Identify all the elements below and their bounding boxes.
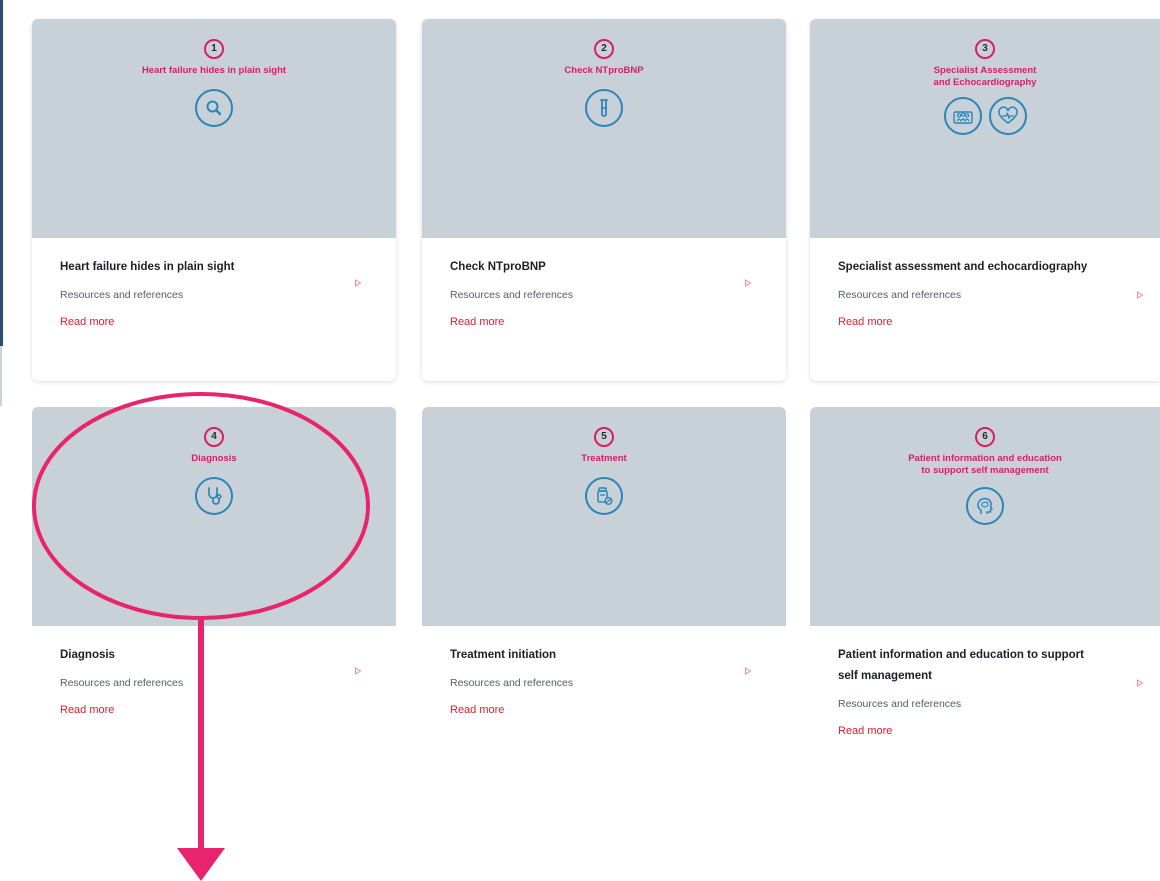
card-title: Specialist assessment and echocardiograp…	[838, 261, 1088, 273]
step-card-specialist-assessment[interactable]: 3 Specialist Assessment and Echocardiogr…	[810, 19, 1160, 381]
card-header: 3 Specialist Assessment and Echocardiogr…	[810, 19, 1160, 238]
card-title: Patient information and education to sup…	[838, 649, 1084, 682]
card-title: Heart failure hides in plain sight	[60, 261, 235, 273]
card-icon-row	[943, 97, 1027, 135]
card-subtitle: Resources and references	[838, 289, 962, 301]
card-header-title: Diagnosis	[191, 453, 236, 465]
card-icon-row	[195, 477, 233, 515]
card-header-title-line: Heart failure hides in plain sight	[141, 65, 287, 76]
card-header-title-line: Patient information and education	[908, 453, 1062, 464]
read-more-link[interactable]: Read more	[838, 724, 892, 738]
card-header-title-line: and Echocardiography	[933, 77, 1037, 88]
read-more-link[interactable]: Read more	[838, 315, 892, 329]
step-number-badge: 2	[594, 39, 614, 59]
read-more-link[interactable]: Read more	[450, 703, 504, 717]
read-more-link[interactable]: Read more	[60, 703, 114, 717]
heart-pulse-icon	[988, 97, 1027, 135]
card-header-title: Specialist Assessment and Echocardiograp…	[934, 65, 1037, 89]
card-header-title: Heart failure hides in plain sight	[142, 65, 286, 77]
card-header-title: Treatment	[581, 453, 626, 465]
card-header-title-line: Diagnosis	[191, 453, 237, 464]
test-tube-icon	[585, 89, 623, 127]
medication-icon	[585, 477, 623, 515]
left-edge-panel-shadow	[0, 346, 2, 406]
card-subtitle: Resources and references	[60, 677, 184, 689]
card-header-title: Patient information and education to sup…	[908, 453, 1062, 477]
step-card-heart-failure[interactable]: 1 Heart failure hides in plain sight Hea…	[32, 19, 396, 381]
read-more-link[interactable]: Read more	[450, 315, 504, 329]
card-body: Treatment initiation Resources and refer…	[422, 626, 786, 718]
magnifier-icon	[195, 89, 233, 127]
step-number-badge: 4	[204, 427, 224, 447]
step-number-badge: 1	[204, 39, 224, 59]
step-number-badge: 3	[975, 39, 995, 59]
head-brain-icon	[966, 487, 1004, 525]
card-title: Diagnosis	[60, 649, 115, 661]
step-card-ntprobnp[interactable]: 2 Check NTproBNP Check NTproBNP Resource…	[422, 19, 786, 381]
card-body: Patient information and education to sup…	[810, 626, 1160, 739]
step-number-badge: 5	[594, 427, 614, 447]
card-subtitle: Resources and references	[838, 698, 962, 710]
card-body: Diagnosis Resources and references Read …	[32, 626, 396, 718]
card-header: 2 Check NTproBNP	[422, 19, 786, 238]
card-title: Check NTproBNP	[450, 261, 546, 273]
play-arrow-icon[interactable]	[1136, 679, 1144, 687]
step-card-patient-education[interactable]: 6 Patient information and education to s…	[810, 407, 1160, 765]
card-header: 6 Patient information and education to s…	[810, 407, 1160, 626]
card-icon-row	[585, 477, 623, 515]
specialist-team-icon	[943, 97, 982, 135]
card-title: Treatment initiation	[450, 649, 557, 661]
step-card-diagnosis[interactable]: 4 Diagnosis Diagnosis Resources and refe…	[32, 407, 396, 748]
card-icon-row	[585, 89, 623, 127]
card-icon-row	[966, 487, 1004, 525]
card-header-title-line: Treatment	[581, 453, 627, 464]
play-arrow-icon[interactable]	[744, 279, 752, 287]
card-body: Check NTproBNP Resources and references …	[422, 238, 786, 330]
card-subtitle: Resources and references	[450, 677, 574, 689]
card-header: 4 Diagnosis	[32, 407, 396, 626]
card-subtitle: Resources and references	[450, 289, 574, 301]
card-body: Specialist assessment and echocardiograp…	[810, 238, 1160, 330]
card-header: 1 Heart failure hides in plain sight	[32, 19, 396, 238]
play-arrow-icon[interactable]	[354, 667, 362, 675]
play-arrow-icon[interactable]	[744, 667, 752, 675]
play-arrow-icon[interactable]	[1136, 291, 1144, 299]
step-card-treatment[interactable]: 5 Treatment Treatment initiation Resourc…	[422, 407, 786, 748]
card-header-title-line: to support self management	[921, 465, 1049, 476]
left-edge-panel	[0, 0, 3, 346]
read-more-link[interactable]: Read more	[60, 315, 114, 329]
play-arrow-icon[interactable]	[354, 279, 362, 287]
card-header: 5 Treatment	[422, 407, 786, 626]
card-header-title-line: Check NTproBNP	[564, 65, 644, 76]
step-number-badge: 6	[975, 427, 995, 447]
annotation-arrow-head	[177, 848, 225, 881]
card-header-title-line: Specialist Assessment	[933, 65, 1037, 76]
card-header-title: Check NTproBNP	[564, 65, 643, 77]
card-subtitle: Resources and references	[60, 289, 184, 301]
stethoscope-icon	[195, 477, 233, 515]
card-icon-row	[195, 89, 233, 127]
card-body: Heart failure hides in plain sight Resou…	[32, 238, 396, 330]
